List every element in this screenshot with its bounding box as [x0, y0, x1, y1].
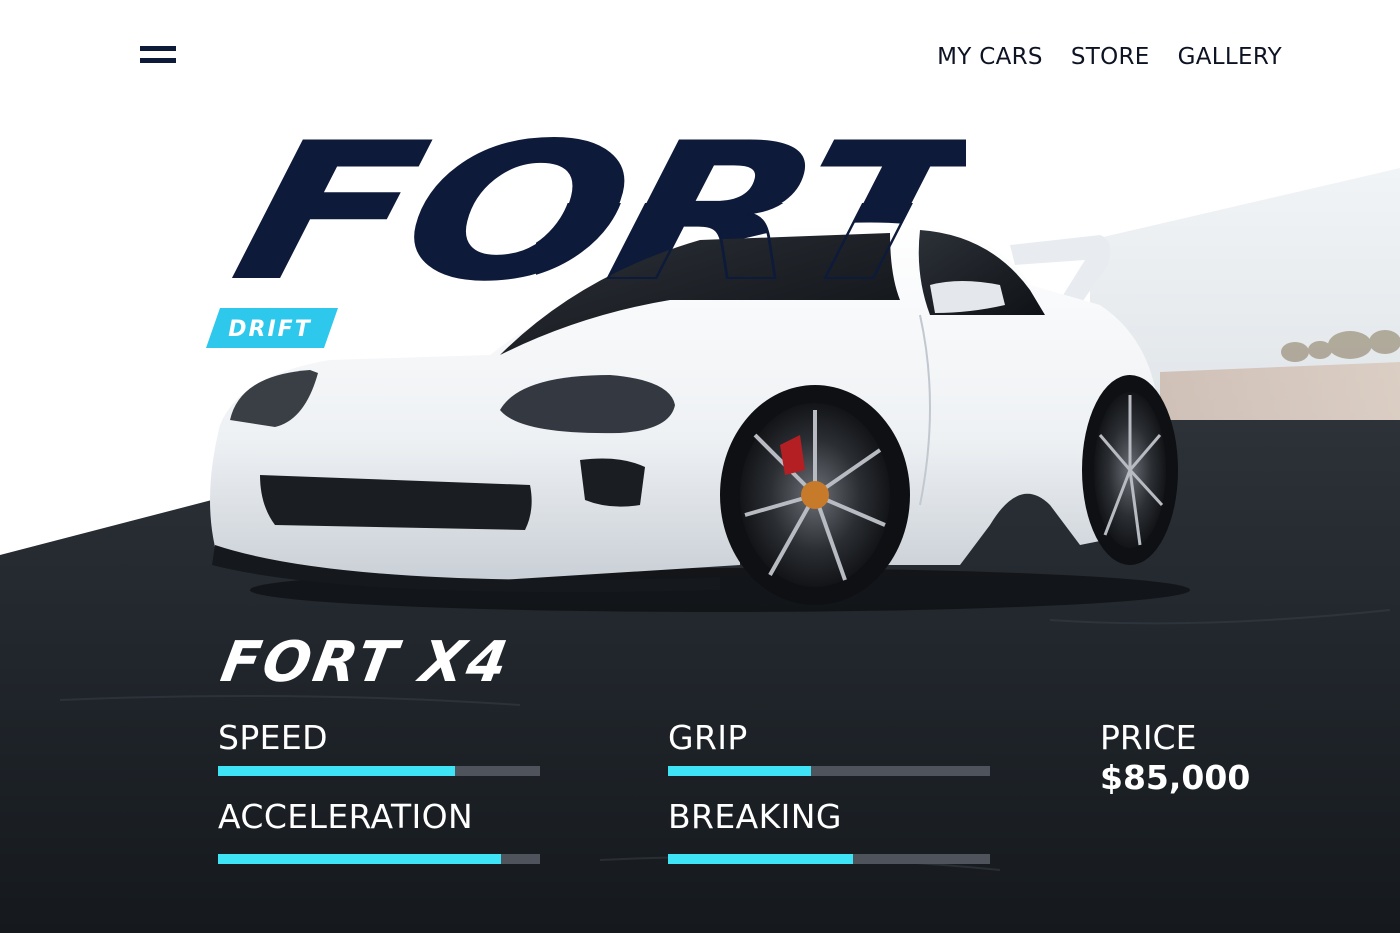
- price-label: PRICE: [1100, 718, 1197, 757]
- stat-grip-label: GRIP: [668, 718, 748, 757]
- stat-grip-bar: [668, 766, 990, 776]
- nav-link-my-cars[interactable]: MY CARS: [937, 44, 1043, 70]
- stat-breaking-bar: [668, 854, 990, 864]
- price-block: PRICE $85,000: [1100, 718, 1250, 798]
- drift-badge-label: DRIFT: [228, 317, 311, 342]
- stat-acceleration: ACCELERATION: [218, 797, 540, 864]
- track-fence: [1160, 362, 1400, 428]
- stat-acceleration-bar: [218, 854, 540, 864]
- car-fog-intake: [580, 458, 645, 507]
- car-wheel-rear: [1082, 375, 1178, 565]
- top-nav: MY CARS STORE GALLERY: [937, 44, 1282, 70]
- drift-badge: DRIFT: [206, 308, 338, 348]
- nav-link-store[interactable]: STORE: [1071, 44, 1150, 70]
- stat-speed-label: SPEED: [218, 718, 328, 757]
- stat-breaking: BREAKING: [668, 797, 990, 864]
- stat-breaking-fill: [668, 854, 854, 864]
- menu-bar-bottom: [140, 58, 176, 63]
- stat-grip: GRIP: [668, 718, 990, 776]
- car-wheel-front: [720, 385, 910, 605]
- stat-grip-fill: [668, 766, 811, 776]
- stat-acceleration-fill: [218, 854, 502, 864]
- stat-speed-fill: [218, 766, 456, 776]
- menu-icon[interactable]: [140, 46, 176, 68]
- stat-breaking-label: BREAKING: [668, 797, 842, 836]
- price-value: $85,000: [1100, 758, 1251, 797]
- menu-bar-top: [140, 46, 176, 51]
- car-image: [210, 222, 1190, 612]
- stat-speed-bar: [218, 766, 540, 776]
- stat-acceleration-label: ACCELERATION: [218, 797, 474, 836]
- nav-link-gallery[interactable]: GALLERY: [1178, 44, 1282, 70]
- model-name: FORT X4: [216, 630, 516, 695]
- stat-speed: SPEED: [218, 718, 540, 776]
- hero-screen: MY CARS STORE GALLERY FORT FORT DRIFT FO…: [0, 0, 1400, 933]
